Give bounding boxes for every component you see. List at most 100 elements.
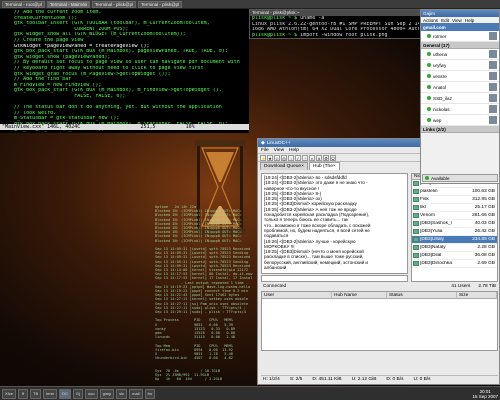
user-row[interactable]: [DB3]Nataly 2.28 GB [412, 244, 497, 252]
task-label: Terminal - plisk@pl [141, 1, 180, 7]
user-shared: 40.03 GB [474, 221, 495, 226]
status-label: Available [431, 175, 450, 181]
user-row[interactable]: Venom 281.66 GB [412, 212, 497, 220]
user-shared: 312.95 GB [472, 197, 495, 202]
user-row[interactable]: [DB3]Dinochka 2.69 GB [412, 260, 497, 268]
user-icon [413, 205, 419, 210]
hash-icon[interactable]: # [316, 155, 322, 161]
launcher-button[interactable]: ooo [84, 388, 98, 399]
user-nick: [DB3]Nataly [420, 245, 446, 250]
uploads-icon[interactable]: ↑ [302, 155, 308, 161]
user-icon [413, 253, 419, 258]
launcher-button[interactable]: gimp [99, 388, 115, 399]
menu-view[interactable]: View [452, 18, 462, 23]
connect-icon[interactable]: ⚡ [260, 155, 266, 161]
contact-row[interactable]: nickolas [421, 104, 499, 115]
close-icon[interactable]: × [333, 164, 336, 169]
favorites-icon[interactable]: ★ [267, 155, 273, 161]
column-hub-name[interactable]: Hub Name [332, 291, 387, 299]
user-shared: 234.89 GB [472, 237, 495, 242]
status-field: U: 2.12 GiB [351, 377, 377, 382]
task-button-terminal-plisk-1[interactable]: Terminal - plisk@pl [92, 0, 137, 8]
contact-row[interactable]: vensre [421, 71, 499, 82]
online-status-icon [427, 96, 431, 100]
clock[interactable]: 20:01 15 Sep 2007 [472, 389, 498, 399]
terminal-window[interactable]: Terminal - plisk@plisk:~ plisk@plisk ~ $… [249, 9, 422, 39]
user-shared: 281.66 GB [472, 213, 495, 218]
search-icon[interactable]: ⌕ [309, 155, 315, 161]
menu-file[interactable]: File [261, 148, 269, 153]
contact-row[interactable]: Anatol [421, 82, 499, 93]
column-status[interactable]: Status [387, 291, 457, 299]
menu-view[interactable]: View [274, 148, 284, 153]
user-row[interactable]: [DB3]Ultaly 234.89 GB [412, 236, 497, 244]
user-shared: 2.28 GB [477, 245, 495, 250]
download-queue-icon[interactable]: ↓ [288, 155, 294, 161]
online-status-icon [427, 85, 431, 89]
column-user[interactable]: User [262, 291, 332, 299]
task-button-terminal-plisk-2[interactable]: Terminal - plisk@pl [138, 0, 183, 8]
status-selector[interactable]: Available [422, 174, 498, 182]
task-button-terminal-root[interactable]: Terminal - root@pl [2, 0, 45, 8]
settings-icon[interactable]: ⚙ [323, 155, 329, 161]
hub-chat-log[interactable]: [19:24] <[DB3-2]Valeria> во - sdsdsfddfd… [261, 173, 408, 274]
quit-icon[interactable]: ⏻ [330, 155, 336, 161]
user-row[interactable]: plastelin 100.63 GB [412, 188, 497, 196]
conky-system-monitor: Uptime 2d 14h 22m Blocked IN: (ICMPinbl) … [155, 205, 270, 385]
contact-row[interactable]: SSD_ilaz [421, 93, 499, 104]
finished-icon[interactable]: ✓ [295, 155, 301, 161]
group-links[interactable]: Links (2/2) [421, 126, 499, 133]
online-status-icon [427, 63, 431, 67]
users-icon[interactable]: ☺ [274, 155, 280, 161]
tab-download-queue[interactable]: Download Queue × [260, 162, 308, 170]
launcher-button[interactable]: vlc [116, 388, 128, 399]
group-general[interactable]: General (17) [421, 42, 499, 49]
tab-hub[interactable]: Hub (The × [308, 162, 340, 170]
user-nick: Fisk [420, 197, 429, 202]
user-shared: 2.69 GB [477, 261, 495, 266]
column-size[interactable]: Size [457, 291, 497, 299]
close-icon[interactable]: × [301, 164, 304, 169]
avatar [489, 50, 497, 58]
launcher-button[interactable]: mail [129, 388, 143, 399]
tab-label: Download Queue [264, 164, 302, 169]
user-row[interactable]: [DB3]Yulia 26.42 GB [412, 228, 497, 236]
app-icon: ◆ [261, 140, 265, 146]
contact-row[interactable]: wep [421, 115, 499, 126]
contact-row[interactable]: uryfwy [421, 60, 499, 71]
transfers-table[interactable]: User Hub Name Status Size [261, 291, 498, 351]
contact-name: uryfwy [433, 62, 447, 68]
available-icon [425, 176, 429, 180]
bottom-taskbar: Xfce ff TB term DC Gj ooo gimp vlc mail fm 20:01 1… [0, 386, 500, 400]
user-row[interactable]: tikl 25.17 GB [412, 204, 497, 212]
menu-edit[interactable]: Edit [441, 18, 449, 23]
launcher-button[interactable]: Gj [72, 388, 83, 399]
contact-rotmer[interactable]: rotmer [421, 31, 499, 42]
launcher-button[interactable]: ff [18, 388, 29, 399]
connection-status: Connected [263, 284, 287, 289]
menu-help[interactable]: Help [289, 148, 299, 153]
user-nick: tikl [420, 205, 426, 210]
contact-row[interactable]: uthena [421, 49, 499, 60]
user-icon [413, 229, 419, 234]
user-nick: [DB3]Sashok_l [420, 221, 452, 226]
public-hubs-icon[interactable]: ◎ [281, 155, 287, 161]
user-count: 41 Users [451, 284, 471, 289]
launcher-button[interactable]: TB [30, 388, 42, 399]
launcher-button[interactable]: fm [144, 388, 155, 399]
online-status-icon [427, 52, 431, 56]
account-row[interactable]: gmail.com [421, 23, 499, 31]
menu-help[interactable]: Help [465, 18, 474, 23]
vim-editor[interactable]: // Add the current zoom item. createCurr… [0, 9, 249, 133]
gajim-titlebar[interactable]: Gajim [421, 10, 499, 17]
menu-actions[interactable]: Actions [423, 18, 438, 23]
chat-input[interactable] [261, 275, 408, 282]
launcher-button[interactable]: Xfce [2, 388, 17, 399]
user-row[interactable]: [DB3]Dilal 36.08 GB [412, 252, 497, 260]
user-row[interactable]: [DB3]Sashok_l 40.03 GB [412, 220, 497, 228]
user-row[interactable]: Fisk 312.95 GB [412, 196, 497, 204]
launcher-button[interactable]: DC [59, 388, 71, 399]
user-list[interactable]: Nick Shared [CW]VerHub0 Bplastelin100.63… [411, 173, 498, 282]
task-button-terminal-mainview[interactable]: Terminal - MainVie [46, 0, 91, 8]
launcher-button[interactable]: term [43, 388, 58, 399]
